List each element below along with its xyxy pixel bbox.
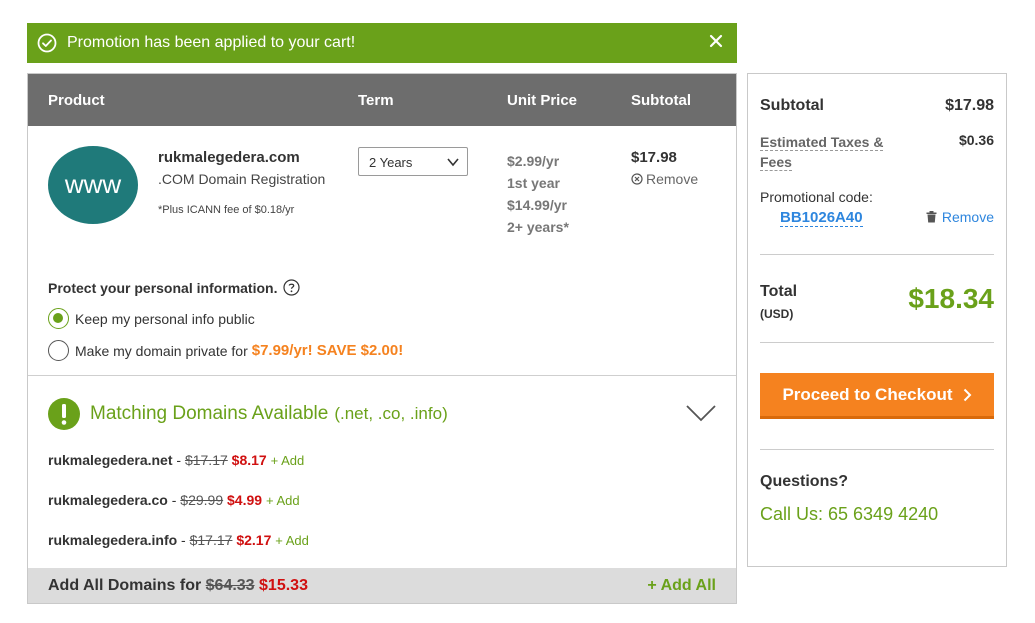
old-price: $17.17 (189, 532, 233, 548)
divider (760, 254, 994, 255)
add-domain-link[interactable]: + Add (275, 533, 309, 548)
check-circle-icon (37, 33, 57, 53)
add-domain-link[interactable]: + Add (266, 493, 300, 508)
promo-remove-link[interactable]: Remove (926, 209, 994, 225)
cart-item: www rukmalegedera.com .COM Domain Regist… (28, 126, 736, 376)
cart-header: Product Term Unit Price Subtotal (28, 74, 736, 126)
radio-selected[interactable] (48, 308, 69, 329)
trash-icon (926, 211, 937, 223)
term-select[interactable]: 2 Years (358, 147, 468, 176)
proceed-to-checkout-button[interactable]: Proceed to Checkout (760, 373, 994, 419)
divider (760, 449, 994, 450)
matching-domains-section: Matching Domains Available (.net, .co, .… (28, 376, 736, 569)
remove-circle-icon (631, 173, 643, 185)
add-all-label: Add All Domains for $64.33 $15.33 (48, 577, 308, 595)
radio-unselected[interactable] (48, 340, 69, 361)
call-us-row: Call Us: 65 6349 4240 (760, 504, 994, 525)
chevron-down-icon[interactable] (686, 404, 716, 422)
option-public-label: Keep my personal info public (75, 310, 255, 327)
new-price: $8.17 (231, 452, 267, 468)
close-icon[interactable] (709, 34, 723, 48)
remove-label: Remove (646, 171, 699, 187)
match-row-info: rukmalegedera.info - $17.17 $2.17 + Add (48, 532, 309, 548)
alert-icon (48, 398, 80, 430)
add-all-button[interactable]: + Add All (647, 577, 716, 595)
remove-item-link[interactable]: Remove (631, 171, 698, 187)
match-domain: rukmalegedera.co (48, 492, 168, 508)
match-domain: rukmalegedera.net (48, 452, 173, 468)
price-first-year: $2.99/yr (507, 153, 560, 169)
matching-tlds: (.net, .co, .info) (334, 404, 448, 423)
header-product: Product (48, 92, 105, 109)
price-renewal: $14.99/yr (507, 197, 567, 213)
promo-code[interactable]: BB1026A40 (780, 209, 863, 227)
add-all-old-price: $64.33 (205, 577, 255, 594)
promo-code-row: BB1026A40 Remove (760, 209, 994, 227)
privacy-option-public[interactable]: Keep my personal info public (48, 308, 255, 329)
help-icon[interactable] (283, 279, 301, 296)
old-price: $29.99 (180, 492, 224, 508)
add-domain-link[interactable]: + Add (271, 453, 305, 468)
old-price: $17.17 (184, 452, 228, 468)
questions-heading: Questions? (760, 473, 994, 491)
total-row: Total (USD) $18.34 (760, 283, 994, 321)
header-term: Term (358, 92, 394, 109)
add-all-text: Add All Domains for (48, 577, 202, 594)
order-summary-panel: Subtotal $17.98 Estimated Taxes & Fees $… (747, 73, 1007, 567)
new-price: $2.17 (236, 532, 272, 548)
summary-taxes-row: Estimated Taxes & Fees $0.36 (760, 132, 994, 172)
option-private-label: Make my domain private for (75, 342, 248, 359)
private-offer: $7.99/yr! SAVE $2.00! (251, 342, 404, 359)
divider (760, 342, 994, 343)
checkout-label: Proceed to Checkout (782, 384, 953, 404)
total-value: $18.34 (908, 283, 994, 314)
privacy-title-text: Protect your personal information. (48, 279, 278, 296)
new-price: $4.99 (227, 492, 263, 508)
promo-label: Promotional code: (760, 189, 873, 205)
chevron-right-icon (963, 388, 971, 401)
logo-text: www (64, 169, 122, 199)
header-unit-price: Unit Price (507, 92, 578, 109)
taxes-fees-link[interactable]: Estimated Taxes & Fees (760, 134, 884, 171)
add-all-bar: Add All Domains for $64.33 $15.33 + Add … (28, 568, 736, 603)
matching-title: Matching Domains Available (.net, .co, .… (48, 398, 448, 430)
privacy-title: Protect your personal information. (48, 279, 301, 296)
summary-subtotal-value: $17.98 (945, 97, 994, 114)
price-renewal-label: 2+ years* (507, 219, 569, 235)
separator: - (172, 452, 185, 468)
separator: - (177, 532, 190, 548)
item-subtotal: $17.98 (631, 149, 677, 166)
taxes-value: $0.36 (958, 132, 994, 148)
match-row-co: rukmalegedera.co - $29.99 $4.99 + Add (48, 492, 300, 508)
questions-text: Questions? (760, 473, 849, 490)
summary-subtotal-row: Subtotal $17.98 (760, 97, 994, 115)
unit-price-list: $2.99/yr 1st year $14.99/yr 2+ years* (507, 150, 569, 238)
separator: - (167, 492, 181, 508)
match-row-net: rukmalegedera.net - $17.17 $8.17 + Add (48, 452, 304, 468)
header-subtotal: Subtotal (631, 92, 691, 109)
call-us-link[interactable]: Call Us: 65 6349 4240 (760, 504, 938, 524)
domain-name: rukmalegedera.com (158, 149, 300, 166)
cart-panel: Product Term Unit Price Subtotal www ruk… (27, 73, 737, 604)
add-all-new-price: $15.33 (259, 577, 308, 594)
banner-message: Promotion has been applied to your cart! (67, 34, 356, 51)
match-domain: rukmalegedera.info (48, 532, 178, 548)
promo-remove-label: Remove (941, 209, 994, 225)
price-first-year-label: 1st year (507, 175, 560, 191)
matching-title-text: Matching Domains Available (90, 403, 329, 424)
chevron-down-icon (447, 158, 459, 167)
term-value: 2 Years (369, 155, 413, 170)
promotion-banner: Promotion has been applied to your cart! (27, 23, 737, 63)
domain-description: .COM Domain Registration (158, 171, 326, 187)
summary-subtotal-label: Subtotal (760, 97, 824, 114)
privacy-option-private[interactable]: Make my domain private for $7.99/yr! SAV… (48, 340, 403, 361)
www-globe-logo: www (48, 146, 138, 224)
icann-fee-note: *Plus ICANN fee of $0.18/yr (158, 204, 295, 216)
